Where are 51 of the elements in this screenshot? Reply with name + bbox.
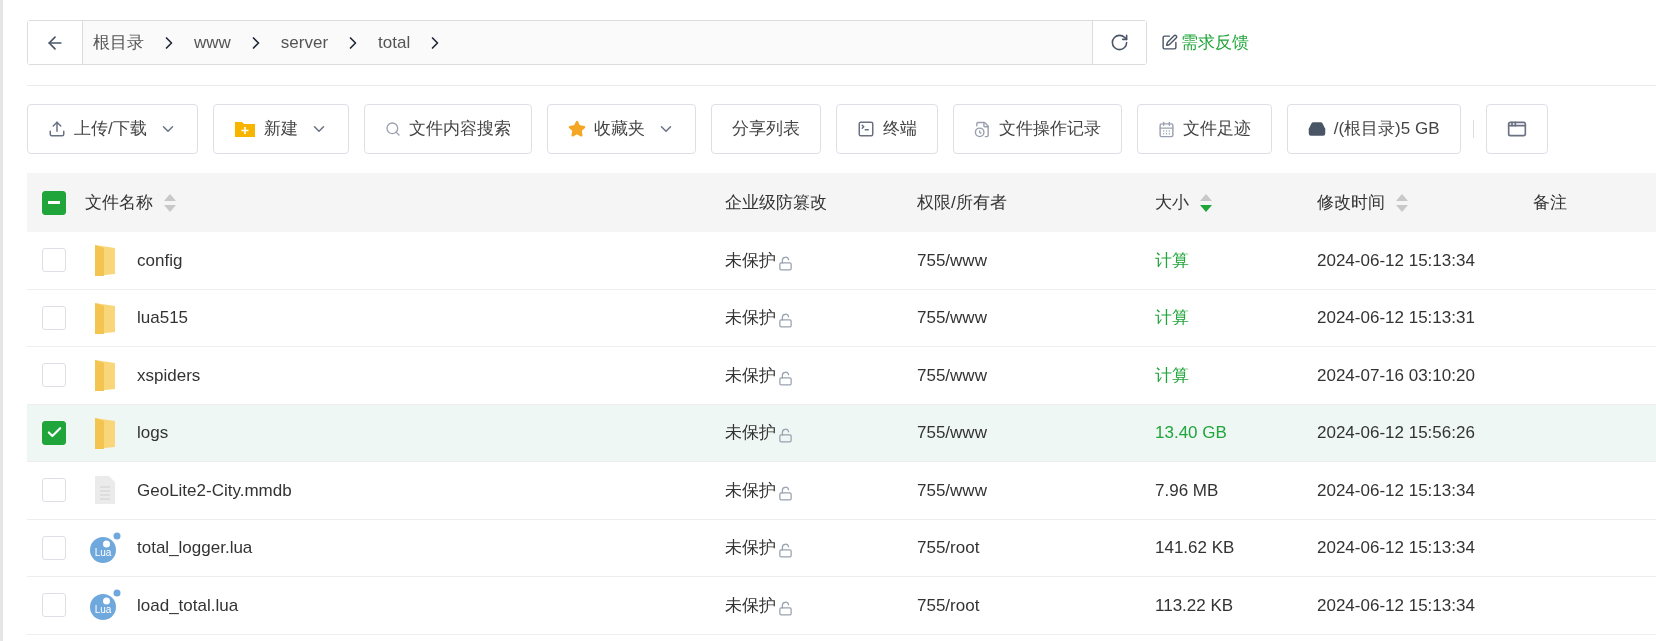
table-cell: 2024-06-12 15:13:34	[1317, 595, 1475, 615]
toolbar-button[interactable]: 收藏夹	[546, 104, 696, 154]
toolbar-button[interactable]: 新建	[212, 104, 349, 154]
toolbar-button[interactable]: 上传/下载	[27, 104, 198, 154]
file-name[interactable]: logs	[137, 420, 169, 446]
table-cell-text: 755/www	[917, 307, 988, 329]
table-cell-text: 755/www	[917, 249, 988, 272]
column-header: 企业级防篡改	[725, 191, 827, 214]
column-header: 权限/所有者	[917, 191, 1007, 214]
file-name[interactable]: config	[137, 247, 183, 273]
toolbar-button[interactable]: 文件操作记录	[952, 104, 1122, 154]
table-cell-text: 未保护	[725, 249, 776, 272]
file-name[interactable]: lua515	[137, 305, 189, 331]
breadcrumb-link[interactable]: server	[270, 21, 339, 64]
column-header: 修改时间	[1317, 191, 1385, 214]
toolbar-button[interactable]: /(根目录)5 GB	[1286, 104, 1461, 154]
toolbar-button[interactable]: 分享列表	[710, 104, 821, 154]
file-name[interactable]: GeoLite2-City.mmdb	[137, 477, 292, 503]
breadcrumb-link[interactable]: 根目录	[83, 21, 154, 64]
table-cell: 2024-06-12 15:56:26	[1317, 423, 1475, 442]
table-cell-text: 755/www	[917, 364, 988, 387]
table-cell-text: 未保护	[725, 307, 776, 329]
table-cell: 2024-06-12 15:13:34	[1317, 480, 1475, 500]
table-cell-text: 未保护	[725, 537, 776, 559]
table-cell-text: 755/www	[917, 422, 988, 444]
table-cell-text: 755/root	[917, 537, 981, 559]
file-size: 7.96 MB	[1155, 480, 1219, 500]
column-header: 文件名称	[85, 191, 153, 214]
file-name[interactable]: total_logger.lua	[137, 535, 253, 561]
table-cell: 2024-06-12 15:13:31	[1317, 308, 1475, 327]
table-cell-text: 未保护	[725, 479, 776, 502]
file-size: 141.62 KB	[1155, 538, 1235, 557]
column-header: 大小	[1155, 191, 1189, 214]
table-cell-text: 未保护	[725, 422, 776, 444]
column-header: 备注	[1533, 191, 1567, 214]
file-row[interactable]: logs 未保护 755/www 13.40 GB 2024-06-12 15:56:26	[27, 404, 1656, 462]
file-size: 113.22 KB	[1155, 595, 1234, 615]
table-cell: 2024-06-12 15:13:34	[1317, 250, 1475, 270]
breadcrumb-link[interactable]: www	[184, 21, 241, 64]
toolbar-button[interactable]: 文件足迹	[1136, 104, 1272, 154]
table-cell: 2024-07-16 03:10:20	[1317, 365, 1475, 385]
table-cell-text: 未保护	[725, 594, 776, 617]
table-cell-text: 755/root	[917, 594, 981, 617]
file-name[interactable]: load_total.lua	[137, 592, 239, 618]
toolbar-button[interactable]: 终端	[835, 104, 938, 154]
toolbar-button[interactable]: 文件内容搜索	[363, 104, 532, 154]
table-cell-text: 755/www	[917, 479, 988, 502]
file-name[interactable]: xspiders	[137, 362, 201, 388]
table-cell-text: 未保护	[725, 364, 776, 387]
breadcrumb-link[interactable]: total	[368, 21, 421, 64]
table-cell: 2024-06-12 15:13:34	[1317, 538, 1475, 557]
